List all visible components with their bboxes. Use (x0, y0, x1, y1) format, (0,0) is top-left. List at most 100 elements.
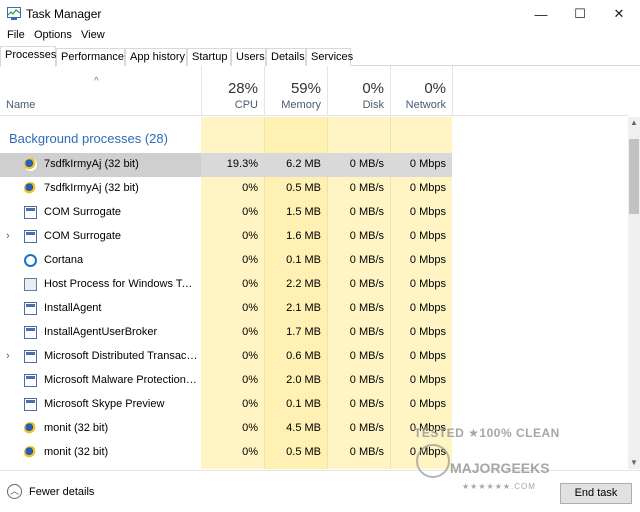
chevron-up-icon[interactable]: ︿ (7, 484, 22, 499)
column-name[interactable]: Name (6, 99, 35, 111)
process-row[interactable]: › COM Surrogate 0% 1.6 MB 0 MB/s 0 Mbps (0, 225, 452, 249)
disk-value: 0 MB/s (349, 350, 384, 362)
process-row[interactable]: Cortana 0% 0.1 MB 0 MB/s 0 Mbps (0, 249, 452, 273)
process-row[interactable]: InstallAgentUserBroker 0% 1.7 MB 0 MB/s 0 Mb… (0, 321, 452, 345)
disk-value: 0 MB/s (349, 374, 384, 386)
cpu-value: 0% (242, 254, 258, 266)
fewer-details-link[interactable]: Fewer details (29, 486, 94, 498)
cpu-total-percent: 28% (227, 80, 258, 97)
network-value: 0 Mbps (390, 153, 452, 177)
column-memory[interactable]: 59% Memory (264, 66, 327, 116)
swirl-icon (24, 446, 37, 459)
process-name: monit (32 bit) (44, 446, 109, 458)
tab-startup[interactable]: Startup (187, 48, 231, 66)
process-name: COM Surrogate (44, 230, 122, 242)
memory-value: 2.1 MB (286, 302, 321, 314)
disk-value: 0 MB/s (349, 302, 384, 314)
process-name: Microsoft Malware Protection C... (44, 374, 198, 386)
process-row[interactable]: Microsoft Malware Protection C... 0% 2.0 M… (0, 369, 452, 393)
cpu-value: 0% (242, 182, 258, 194)
memory-label: Memory (281, 99, 321, 111)
minimize-button[interactable]: — (520, 0, 562, 28)
cpu-value: 0% (242, 422, 258, 434)
footer: ︿ Fewer details End task (0, 470, 640, 512)
tab-services[interactable]: Services (306, 48, 353, 66)
process-row[interactable]: › Microsoft Distributed Transacti... 0% 0.6… (0, 345, 452, 369)
network-value: 0 Mbps (409, 254, 446, 266)
cpu-value: 0% (242, 374, 258, 386)
maximize-button[interactable]: ☐ (559, 0, 601, 28)
process-row[interactable]: COM Surrogate 0% 1.5 MB 0 MB/s 0 Mbps (0, 201, 452, 225)
chevron-right-icon[interactable]: › (6, 350, 10, 362)
process-row[interactable]: Microsoft Skype Preview 0% 0.1 MB 0 MB/s 0 M… (0, 393, 452, 417)
tab-users[interactable]: Users (231, 48, 266, 66)
chevron-right-icon[interactable]: › (6, 230, 10, 242)
vertical-scrollbar[interactable]: ▲ ▼ (628, 117, 640, 469)
disk-value: 0 MB/s (349, 230, 384, 242)
memory-value: 0.5 MB (286, 182, 321, 194)
sort-up-icon: ^ (94, 76, 99, 87)
disk-value: 0 MB/s (349, 398, 384, 410)
network-value: 0 Mbps (409, 374, 446, 386)
process-row[interactable]: Host Process for Windows Tasks 0% 2.2 MB 0 … (0, 273, 452, 297)
memory-value: 1.6 MB (286, 230, 321, 242)
cpu-value: 19.3% (201, 153, 264, 177)
menu-file[interactable]: File (7, 29, 25, 41)
network-value: 0 Mbps (409, 182, 446, 194)
cpu-label: CPU (234, 99, 258, 111)
app-window-icon (24, 398, 37, 411)
tab-processes[interactable]: Processes (0, 46, 56, 67)
network-value: 0 Mbps (409, 302, 446, 314)
process-row[interactable]: 7sdfkIrmyAj (32 bit) 0% 0.5 MB 0 MB/s 0 Mbps (0, 177, 452, 201)
scrollbar-thumb[interactable] (629, 139, 639, 214)
swirl-icon (24, 158, 37, 171)
column-network[interactable]: 0% Network (390, 66, 453, 116)
tab-details[interactable]: Details (266, 48, 306, 66)
window-title: Task Manager (26, 7, 102, 21)
memory-value: 0.6 MB (286, 350, 321, 362)
menu-view[interactable]: View (81, 29, 105, 41)
network-value: 0 Mbps (409, 230, 446, 242)
memory-value: 1.5 MB (286, 206, 321, 218)
tab-performance[interactable]: Performance (56, 48, 125, 66)
cpu-value: 0% (242, 230, 258, 242)
menu-options[interactable]: Options (34, 29, 72, 41)
app-window-icon (24, 326, 37, 339)
group-header-background-processes: Background processes (28) (9, 131, 168, 146)
swirl-icon (24, 182, 37, 195)
process-row[interactable]: InstallAgent 0% 2.1 MB 0 MB/s 0 Mbps (0, 297, 452, 321)
process-list: Background processes (28) 7sdfkIrmyAj (3… (0, 117, 628, 469)
swirl-icon (24, 422, 37, 435)
process-name: Microsoft Distributed Transacti... (44, 350, 198, 362)
process-name: COM Surrogate (44, 206, 122, 218)
app-window-icon (24, 230, 37, 243)
process-row[interactable]: monit (32 bit) 0% 0.5 MB 0 MB/s 0 Mbps (0, 441, 452, 465)
task-manager-icon (7, 7, 21, 20)
tab-app-history[interactable]: App history (125, 48, 187, 66)
process-row[interactable]: 7sdfkIrmyAj (32 bit) 19.3% 6.2 MB 0 MB/s 0 M… (0, 153, 452, 177)
column-cpu[interactable]: 28% CPU (201, 66, 264, 116)
app-window-icon (24, 374, 37, 387)
cpu-value: 0% (242, 302, 258, 314)
process-name: InstallAgent (44, 302, 102, 314)
scroll-up-icon[interactable]: ▲ (628, 117, 640, 129)
disk-value: 0 MB/s (349, 206, 384, 218)
network-value: 0 Mbps (409, 278, 446, 290)
network-label: Network (405, 99, 446, 111)
end-task-button[interactable]: End task (560, 483, 632, 504)
process-row[interactable]: monit (32 bit) 0% 4.5 MB 0 MB/s 0 Mbps (0, 417, 452, 441)
app-window-icon (24, 302, 37, 315)
cpu-value: 0% (242, 278, 258, 290)
memory-value: 2.2 MB (286, 278, 321, 290)
title-bar: Task Manager — ☐ ✕ (0, 0, 640, 28)
menu-bar: File Options View (0, 28, 640, 46)
network-value: 0 Mbps (409, 206, 446, 218)
cortana-icon (24, 254, 37, 267)
disk-value: 0 MB/s (349, 326, 384, 338)
process-name: InstallAgentUserBroker (44, 326, 158, 338)
network-value: 0 Mbps (409, 398, 446, 410)
close-button[interactable]: ✕ (598, 0, 640, 28)
column-disk[interactable]: 0% Disk (327, 66, 390, 116)
scroll-down-icon[interactable]: ▼ (628, 457, 640, 469)
tab-strip: Processes Performance App history Startu… (0, 46, 640, 67)
